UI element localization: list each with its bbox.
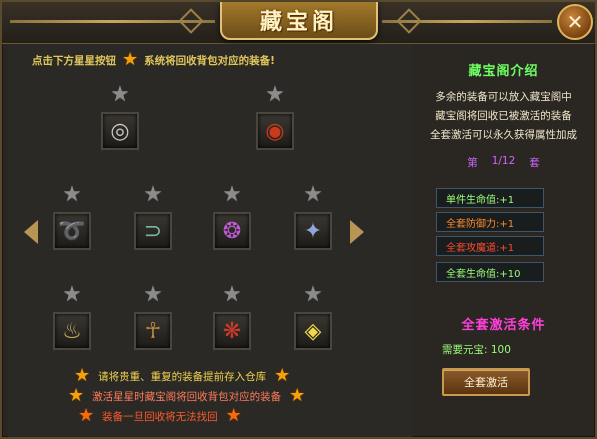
note-row: ★ 请将贵重、重复的装备提前存入仓库 ★: [68, 366, 368, 386]
red-orb-necklace-icon[interactable]: ❋: [213, 312, 251, 350]
hint-text-after: 系统将回收背包对应的装备!: [144, 54, 275, 67]
set-counter: 第 1/12 套: [416, 155, 591, 170]
note-row: ★ 激活星星时藏宝阁将回收背包对应的装备 ★: [68, 386, 368, 406]
spiked-gauntlet-icon[interactable]: ✦: [294, 212, 332, 250]
activate-star-icon[interactable]: ★: [255, 84, 295, 106]
note-text-1: 请将贵重、重复的装备提前存入仓库: [98, 370, 267, 383]
stat-box: 全套防御力:+1: [436, 212, 544, 232]
title-plate: 藏宝阁: [220, 2, 378, 40]
note-row: ★ 装备一旦回收将无法找回 ★: [68, 406, 368, 426]
stat-box: 全套生命值:+10: [436, 262, 544, 282]
activate-star-icon[interactable]: ★: [212, 284, 252, 306]
required-yuanbao: 需要元宝: 100: [442, 344, 511, 356]
star-icon: ★: [78, 405, 95, 426]
tooth-pendant-icon[interactable]: ♨: [53, 312, 91, 350]
set-prefix: 第: [467, 157, 478, 169]
activate-all-button[interactable]: 全套激活: [442, 368, 530, 396]
warning-notes: ★ 请将贵重、重复的装备提前存入仓库 ★ ★ 激活星星时藏宝阁将回收背包对应的装…: [68, 366, 368, 426]
intro-line: 藏宝阁将回收已被激活的装备: [435, 110, 572, 122]
hint-text-before: 点击下方星星按钮: [32, 54, 116, 67]
note-text-3: 装备一旦回收将无法找回: [102, 410, 218, 423]
activate-star-icon[interactable]: ★: [212, 184, 252, 206]
activate-star-icon[interactable]: ★: [133, 184, 173, 206]
intro-description: 多余的装备可以放入藏宝阁中 藏宝阁将回收已被激活的装备 全套激活可以永久获得属性…: [416, 88, 591, 145]
star-icon: ★: [68, 385, 85, 406]
set-suffix: 套: [529, 157, 540, 169]
star-icon: ★: [225, 405, 242, 426]
decorative-knot-right: [396, 8, 422, 34]
intro-title: 藏宝阁介绍: [468, 64, 539, 79]
window-title: 藏宝阁: [259, 9, 338, 35]
activate-star-icon[interactable]: ★: [52, 184, 92, 206]
set-value: 1/12: [491, 155, 516, 167]
close-button[interactable]: ✕: [557, 4, 593, 40]
decorative-knot-left: [178, 8, 204, 34]
star-icon: ★: [122, 49, 139, 70]
silver-ring-icon[interactable]: ◎: [101, 112, 139, 150]
bracer-icon[interactable]: ⊃: [134, 212, 172, 250]
top-frame: 藏宝阁 ✕: [2, 2, 595, 44]
next-set-arrow-icon[interactable]: [350, 220, 364, 244]
stat-box: 全套攻魔道:+1: [436, 236, 544, 256]
close-x-icon: ✕: [566, 10, 584, 34]
top-hint: 点击下方星星按钮 ★ 系统将回收背包对应的装备!: [32, 50, 275, 70]
activate-star-icon[interactable]: ★: [52, 284, 92, 306]
treasure-pavilion-window: 藏宝阁 ✕ 点击下方星星按钮 ★ 系统将回收背包对应的装备! ★ ◎ ★ ◉ ★…: [0, 0, 597, 439]
gold-dragon-bracelet-icon[interactable]: ➰: [53, 212, 91, 250]
intro-line: 多余的装备可以放入藏宝阁中: [435, 91, 572, 103]
stat-box: 单件生命值:+1: [436, 188, 544, 208]
claw-glove-icon[interactable]: ☥: [134, 312, 172, 350]
star-icon: ★: [289, 385, 306, 406]
gold-gem-icon[interactable]: ◈: [294, 312, 332, 350]
activate-star-icon[interactable]: ★: [293, 184, 333, 206]
star-icon: ★: [274, 365, 291, 386]
activate-star-icon[interactable]: ★: [293, 284, 333, 306]
info-panel: 藏宝阁介绍 多余的装备可以放入藏宝阁中 藏宝阁将回收已被激活的装备 全套激活可以…: [416, 52, 591, 436]
equipment-panel: 点击下方星星按钮 ★ 系统将回收背包对应的装备! ★ ◎ ★ ◉ ★ ➰ ★ ⊃…: [8, 44, 412, 437]
activate-star-icon[interactable]: ★: [100, 84, 140, 106]
activation-condition-title: 全套激活条件: [461, 318, 546, 333]
star-icon: ★: [74, 365, 91, 386]
intro-line: 全套激活可以永久获得属性加成: [430, 129, 577, 141]
previous-set-arrow-icon[interactable]: [24, 220, 38, 244]
purple-gem-amulet-icon[interactable]: ❂: [213, 212, 251, 250]
note-text-2: 激活星星时藏宝阁将回收背包对应的装备: [92, 390, 282, 403]
red-gem-ring-icon[interactable]: ◉: [256, 112, 294, 150]
activate-star-icon[interactable]: ★: [133, 284, 173, 306]
